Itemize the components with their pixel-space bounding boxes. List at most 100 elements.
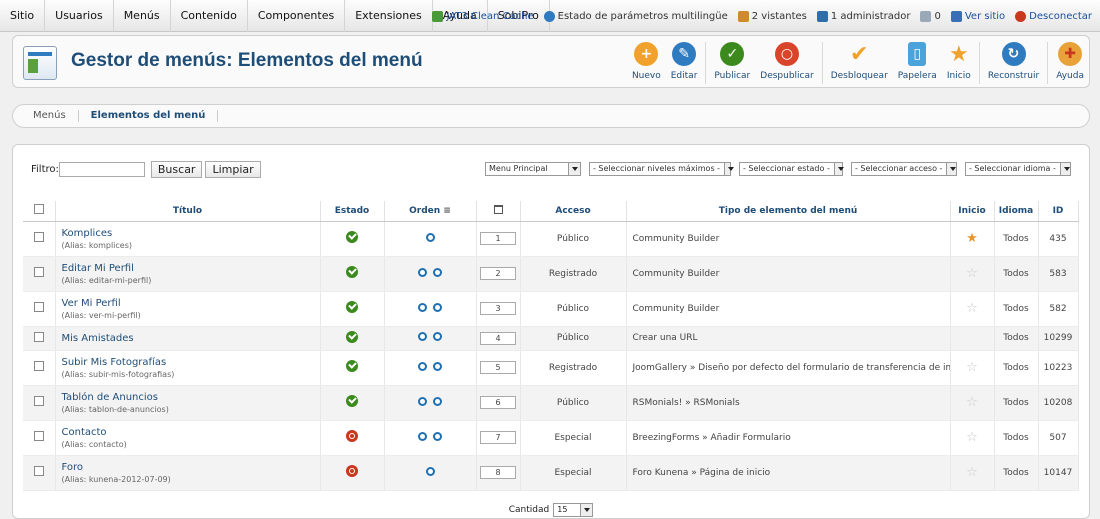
row-checkbox[interactable]: [33, 431, 44, 441]
move-down-icon[interactable]: [433, 396, 442, 406]
submenu-menus[interactable]: Menús: [21, 110, 79, 122]
col-state[interactable]: Estado: [320, 201, 385, 222]
move-up-icon[interactable]: [418, 332, 427, 341]
order-input[interactable]: 8: [480, 466, 516, 479]
order-input[interactable]: 1: [480, 232, 516, 245]
item-title-link[interactable]: Komplices: [62, 228, 320, 239]
published-icon[interactable]: [346, 301, 358, 313]
item-title-link[interactable]: Mis Amistades: [62, 333, 320, 344]
home-star-icon[interactable]: ★: [966, 231, 978, 246]
row-checkbox[interactable]: [33, 331, 44, 342]
item-title-link[interactable]: Ver Mi Perfil: [62, 298, 320, 309]
order-input[interactable]: 3: [480, 302, 516, 315]
menu-extensiones[interactable]: Extensiones: [345, 0, 433, 32]
levels-select[interactable]: - Seleccionar niveles máximos -: [589, 162, 734, 176]
type-cell: Foro Kunena » Página de inicio: [626, 455, 951, 491]
row-checkbox[interactable]: [33, 267, 44, 277]
logout-link[interactable]: Desconectar: [1015, 10, 1092, 22]
row-checkbox[interactable]: [33, 361, 44, 371]
move-down-icon[interactable]: [433, 302, 442, 312]
select-all-checkbox[interactable]: [33, 204, 44, 215]
menu-select[interactable]: Menu Principal: [485, 162, 581, 176]
limit-select[interactable]: 15: [553, 503, 594, 517]
help-button[interactable]: ✚ Ayuda: [1051, 40, 1089, 86]
order-input[interactable]: 5: [480, 361, 516, 374]
col-language[interactable]: Idioma: [994, 201, 1039, 222]
clear-button[interactable]: Limpiar: [205, 161, 261, 178]
published-icon[interactable]: [346, 330, 358, 343]
item-title-link[interactable]: Subir Mis Fotografías: [62, 357, 320, 368]
col-home[interactable]: Inicio: [950, 201, 995, 222]
home-star-empty-icon[interactable]: ☆: [966, 360, 978, 375]
menu-usuarios[interactable]: Usuarios: [45, 0, 114, 32]
col-access[interactable]: Acceso: [520, 201, 627, 222]
state-select[interactable]: - Seleccionar estado -: [739, 162, 845, 176]
search-button[interactable]: Buscar: [150, 161, 203, 178]
menu-contenido[interactable]: Contenido: [171, 0, 248, 32]
move-down-icon[interactable]: [425, 232, 435, 242]
move-down-icon[interactable]: [433, 361, 442, 371]
unpublish-button[interactable]: ○ Despublicar: [755, 40, 818, 86]
home-star-empty-icon[interactable]: ☆: [966, 395, 978, 410]
item-title-link[interactable]: Contacto: [62, 427, 320, 438]
row-checkbox[interactable]: [33, 302, 44, 312]
chevron-down-icon: [946, 163, 956, 175]
published-icon[interactable]: [346, 395, 358, 407]
home-star-empty-icon[interactable]: ☆: [966, 465, 978, 480]
row-checkbox[interactable]: [33, 466, 44, 476]
trash-button[interactable]: ▯ Papelera: [893, 40, 942, 86]
move-up-icon[interactable]: [418, 431, 427, 441]
move-up-icon[interactable]: [425, 466, 435, 476]
messages-status[interactable]: 0: [920, 10, 941, 22]
unpublished-icon[interactable]: [346, 465, 358, 477]
move-up-icon[interactable]: [418, 302, 427, 312]
home-star-empty-icon[interactable]: ☆: [966, 301, 978, 316]
move-down-icon[interactable]: [433, 431, 442, 441]
unlock-button[interactable]: ✔ Desbloquear: [826, 40, 893, 86]
unpublished-icon[interactable]: [346, 430, 358, 442]
item-title-link[interactable]: Foro: [62, 462, 320, 473]
published-icon[interactable]: [346, 360, 358, 372]
home-cell: ☆: [950, 455, 995, 491]
submenu-menu-items[interactable]: Elementos del menú: [79, 110, 219, 122]
home-star-empty-icon[interactable]: ☆: [966, 266, 978, 281]
menu-menus[interactable]: Menús: [114, 0, 171, 32]
item-title-link[interactable]: Editar Mi Perfil: [62, 263, 320, 274]
order-input[interactable]: 7: [480, 431, 516, 444]
row-checkbox[interactable]: [33, 396, 44, 406]
order-input[interactable]: 4: [480, 331, 516, 345]
save-order-icon[interactable]: [493, 204, 503, 214]
language-select[interactable]: - Seleccionar idioma -: [965, 162, 1071, 176]
filter-input[interactable]: [58, 162, 145, 177]
move-up-icon[interactable]: [418, 267, 427, 277]
col-order-header[interactable]: Orden ≡: [384, 201, 477, 222]
col-id[interactable]: ID: [1038, 201, 1079, 222]
access-select[interactable]: - Seleccionar acceso -: [851, 162, 957, 176]
menu-componentes[interactable]: Componentes: [248, 0, 346, 32]
published-icon[interactable]: [346, 231, 358, 243]
edit-button[interactable]: ✎ Editar: [666, 40, 703, 86]
published-icon[interactable]: [346, 266, 358, 278]
item-title-link[interactable]: Tablón de Anuncios: [62, 392, 320, 403]
move-down-icon[interactable]: [433, 267, 442, 277]
new-button[interactable]: + Nuevo: [627, 40, 666, 86]
home-button[interactable]: ★ Inicio: [942, 40, 976, 86]
col-type[interactable]: Tipo de elemento del menú: [626, 201, 951, 222]
move-down-icon[interactable]: [433, 332, 442, 341]
cache-link[interactable]: JAT3 Clean Cache: [432, 10, 534, 22]
order-input[interactable]: 2: [480, 267, 516, 280]
multilang-status[interactable]: Estado de parámetros multilingüe: [543, 10, 728, 22]
row-checkbox[interactable]: [33, 232, 44, 242]
col-title[interactable]: Título: [55, 201, 321, 222]
order-input[interactable]: 6: [480, 396, 516, 409]
move-up-icon[interactable]: [418, 396, 427, 406]
menu-sitio[interactable]: Sitio: [0, 0, 46, 32]
move-up-icon[interactable]: [418, 361, 427, 371]
refresh-icon: ↻: [1001, 42, 1026, 66]
item-alias: (Alias: ver-mi-perfil): [61, 310, 141, 320]
order-input-cell: 8: [476, 455, 521, 491]
rebuild-button[interactable]: ↻ Reconstruir: [983, 40, 1044, 86]
publish-button[interactable]: ✓ Publicar: [709, 40, 755, 86]
view-site-link[interactable]: Ver sitio: [950, 10, 1005, 22]
home-star-empty-icon[interactable]: ☆: [966, 430, 978, 445]
